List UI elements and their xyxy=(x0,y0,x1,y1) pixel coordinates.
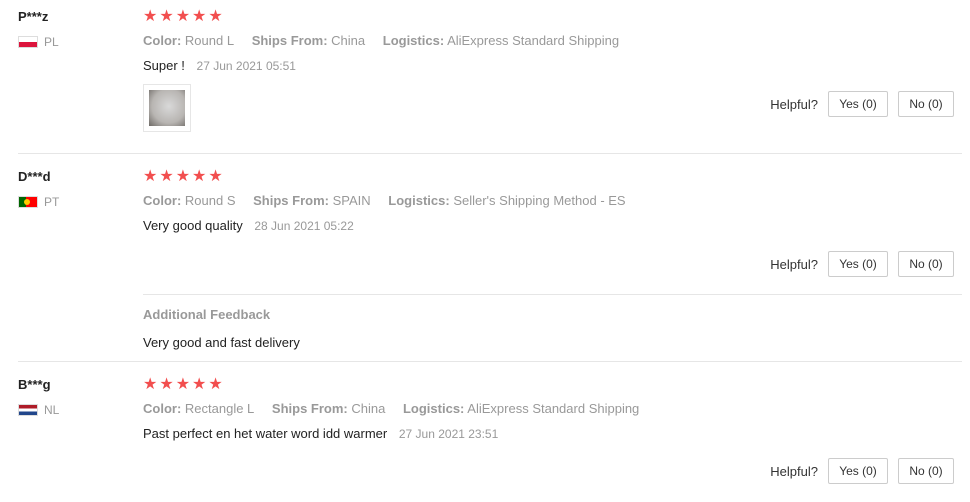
star-icon: ★ xyxy=(143,8,158,25)
ships-from-value: SPAIN xyxy=(332,193,371,208)
helpful-controls: Helpful? Yes (0) No (0) xyxy=(770,91,954,117)
review-item: P***z PL ★ ★ ★ ★ ★ Color: Round L Ships … xyxy=(0,0,962,153)
color-value: Round L xyxy=(184,33,235,48)
review-date: 27 Jun 2021 05:51 xyxy=(196,59,296,73)
logistics-value: AliExpress Standard Shipping xyxy=(467,401,640,416)
star-rating: ★ ★ ★ ★ ★ xyxy=(143,377,223,393)
order-attributes: Color: Round S Ships From: SPAIN Logisti… xyxy=(143,193,640,208)
star-icon: ★ xyxy=(208,376,223,393)
portugal-flag-icon xyxy=(18,196,38,208)
reviewer-country: PL xyxy=(18,35,59,49)
review-content: Past perfect en het water word idd warme… xyxy=(143,426,498,441)
star-rating: ★ ★ ★ ★ ★ xyxy=(143,169,223,185)
reviewer-name: P***z xyxy=(18,9,49,24)
helpful-label: Helpful? xyxy=(770,96,818,112)
helpful-label: Helpful? xyxy=(770,463,818,479)
helpful-no-button[interactable]: No (0) xyxy=(898,91,954,117)
review-photo-thumbnail[interactable] xyxy=(143,84,191,132)
helpful-no-button[interactable]: No (0) xyxy=(898,251,954,277)
helpful-label: Helpful? xyxy=(770,256,818,272)
logistics-value: AliExpress Standard Shipping xyxy=(447,33,620,48)
star-icon: ★ xyxy=(192,376,207,393)
helpful-controls: Helpful? Yes (0) No (0) xyxy=(770,458,954,484)
helpful-no-button[interactable]: No (0) xyxy=(898,458,954,484)
star-icon: ★ xyxy=(159,8,174,25)
star-icon: ★ xyxy=(208,168,223,185)
review-content: Super ! 27 Jun 2021 05:51 xyxy=(143,58,296,73)
review-item: D***d PT ★ ★ ★ ★ ★ Color: Round S Ships … xyxy=(0,160,962,360)
star-icon: ★ xyxy=(175,168,191,185)
helpful-yes-button[interactable]: Yes (0) xyxy=(828,251,888,277)
star-rating: ★ ★ ★ ★ ★ xyxy=(143,9,223,25)
logistics-label: Logistics: xyxy=(382,33,445,48)
review-date: 27 Jun 2021 23:51 xyxy=(398,427,499,441)
helpful-controls: Helpful? Yes (0) No (0) xyxy=(770,251,954,277)
helpful-yes-button[interactable]: Yes (0) xyxy=(828,91,888,117)
star-icon: ★ xyxy=(143,376,158,393)
helpful-yes-button[interactable]: Yes (0) xyxy=(828,458,888,484)
country-code: PT xyxy=(44,195,60,209)
logistics-label: Logistics: xyxy=(402,401,465,416)
review-content: Very good quality 28 Jun 2021 05:22 xyxy=(143,218,354,233)
star-icon: ★ xyxy=(159,376,174,393)
color-value: Round S xyxy=(184,193,236,208)
star-icon: ★ xyxy=(192,8,207,25)
star-icon: ★ xyxy=(175,8,191,25)
ships-from-label: Ships From: xyxy=(251,33,328,48)
country-code: NL xyxy=(44,403,60,417)
review-date: 28 Jun 2021 05:22 xyxy=(254,219,354,233)
ships-from-value: China xyxy=(351,401,386,416)
color-label: Color: xyxy=(143,193,182,208)
reviewer-country: PT xyxy=(18,195,59,209)
review-text: Super ! xyxy=(143,58,185,73)
review-divider xyxy=(18,153,962,154)
review-divider xyxy=(18,361,962,362)
star-icon: ★ xyxy=(192,168,207,185)
reviewer-country: NL xyxy=(18,403,59,417)
review-text: Very good quality xyxy=(143,218,243,233)
order-attributes: Color: Rectangle L Ships From: China Log… xyxy=(143,401,653,416)
order-attributes: Color: Round L Ships From: China Logisti… xyxy=(143,33,633,48)
poland-flag-icon xyxy=(18,36,38,48)
review-photo xyxy=(149,90,185,126)
additional-feedback-text: Very good and fast delivery xyxy=(143,335,300,350)
reviewer-name: D***d xyxy=(18,169,51,184)
review-item: B***g NL ★ ★ ★ ★ ★ Color: Rectangle L Sh… xyxy=(0,368,962,502)
star-icon: ★ xyxy=(143,168,158,185)
country-code: PL xyxy=(44,35,59,49)
netherlands-flag-icon xyxy=(18,404,38,416)
logistics-label: Logistics: xyxy=(388,193,450,208)
star-icon: ★ xyxy=(159,168,174,185)
ships-from-label: Ships From: xyxy=(253,193,329,208)
additional-feedback-divider xyxy=(143,294,962,295)
color-label: Color: xyxy=(143,401,182,416)
ships-from-label: Ships From: xyxy=(271,401,348,416)
ships-from-value: China xyxy=(331,33,366,48)
review-text: Past perfect en het water word idd warme… xyxy=(143,426,388,441)
star-icon: ★ xyxy=(175,376,191,393)
additional-feedback-title: Additional Feedback xyxy=(143,307,271,322)
color-value: Rectangle L xyxy=(184,401,255,416)
star-icon: ★ xyxy=(208,8,223,25)
logistics-value: Seller's Shipping Method - ES xyxy=(453,193,626,208)
reviewer-name: B***g xyxy=(18,377,51,392)
color-label: Color: xyxy=(143,33,182,48)
